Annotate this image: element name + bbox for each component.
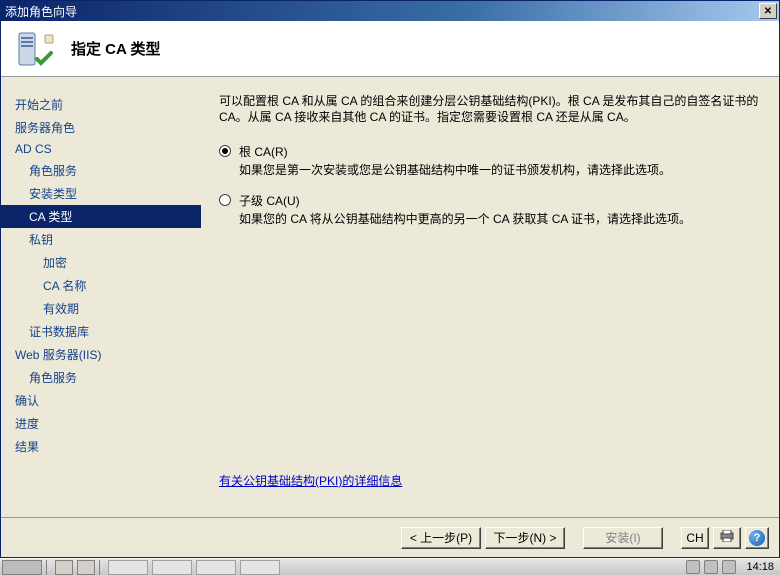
help-button[interactable]: ? xyxy=(745,527,769,549)
page-title: 指定 CA 类型 xyxy=(71,38,160,59)
button-bar: < 上一步(P) 下一步(N) > 安装(I) CH ? xyxy=(1,517,779,557)
quick-launch-item[interactable] xyxy=(77,560,95,575)
install-button: 安装(I) xyxy=(583,527,663,549)
sidebar-item[interactable]: 安装类型 xyxy=(1,182,201,205)
sidebar-item[interactable]: 开始之前 xyxy=(1,93,201,116)
sidebar: 开始之前服务器角色AD CS角色服务安装类型CA 类型私钥加密CA 名称有效期证… xyxy=(1,77,201,517)
sidebar-item[interactable]: 有效期 xyxy=(1,297,201,320)
cancel-button[interactable]: CH xyxy=(681,527,709,549)
sidebar-item[interactable]: Web 服务器(IIS) xyxy=(1,343,201,366)
window-title: 添加角色向导 xyxy=(5,3,757,20)
clock: 14:18 xyxy=(746,561,774,573)
sidebar-item[interactable]: 私钥 xyxy=(1,228,201,251)
close-icon: ✕ xyxy=(764,6,772,17)
server-role-icon xyxy=(15,29,55,69)
print-icon xyxy=(720,530,734,545)
previous-button[interactable]: < 上一步(P) xyxy=(401,527,481,549)
help-icon: ? xyxy=(749,530,765,546)
taskbar-app-button[interactable] xyxy=(196,560,236,575)
option-hint: 如果您的 CA 将从公钥基础结构中更高的另一个 CA 获取其 CA 证书，请选择… xyxy=(239,211,761,227)
option-hint: 如果您是第一次安装或您是公钥基础结构中唯一的证书颁发机构，请选择此选项。 xyxy=(239,162,761,178)
option-row: 根 CA(R) 如果您是第一次安装或您是公钥基础结构中唯一的证书颁发机构，请选择此… xyxy=(219,143,761,178)
wizard-window: 添加角色向导 ✕ 指定 CA 类型 开始之前服务器角色AD CS角色服务安装类型… xyxy=(0,0,780,558)
content-pane: 可以配置根 CA 和从属 CA 的组合来创建分层公钥基础结构(PKI)。根 CA… xyxy=(201,77,779,517)
tray-icon[interactable] xyxy=(722,560,736,574)
taskbar: 14:18 xyxy=(0,558,780,575)
taskbar-app-button[interactable] xyxy=(240,560,280,575)
titlebar: 添加角色向导 ✕ xyxy=(1,1,779,21)
radio-button[interactable] xyxy=(219,145,231,157)
sidebar-item[interactable]: 结果 xyxy=(1,435,201,458)
start-button[interactable] xyxy=(2,560,42,575)
tray-icon[interactable] xyxy=(704,560,718,574)
option-label: 根 CA(R) xyxy=(239,143,761,160)
sidebar-item[interactable]: 服务器角色 xyxy=(1,116,201,139)
learn-more-link[interactable]: 有关公钥基础结构(PKI)的详细信息 xyxy=(219,472,761,489)
option-body: 根 CA(R) 如果您是第一次安装或您是公钥基础结构中唯一的证书颁发机构，请选择此… xyxy=(239,143,761,178)
print-button[interactable] xyxy=(713,527,741,549)
header-strip: 指定 CA 类型 xyxy=(1,21,779,77)
body-area: 开始之前服务器角色AD CS角色服务安装类型CA 类型私钥加密CA 名称有效期证… xyxy=(1,77,779,517)
next-button[interactable]: 下一步(N) > xyxy=(485,527,565,549)
taskbar-app-button[interactable] xyxy=(152,560,192,575)
close-button[interactable]: ✕ xyxy=(759,3,777,19)
option-body: 子级 CA(U) 如果您的 CA 将从公钥基础结构中更高的另一个 CA 获取其 C… xyxy=(239,192,761,227)
sidebar-item[interactable]: CA 类型 xyxy=(1,205,201,228)
radio-button[interactable] xyxy=(219,194,231,206)
taskbar-app-button[interactable] xyxy=(108,560,148,575)
sidebar-item[interactable]: 证书数据库 xyxy=(1,320,201,343)
option-row: 子级 CA(U) 如果您的 CA 将从公钥基础结构中更高的另一个 CA 获取其 C… xyxy=(219,192,761,227)
sidebar-item[interactable]: 进度 xyxy=(1,412,201,435)
sidebar-item[interactable]: 加密 xyxy=(1,251,201,274)
quick-launch-item[interactable] xyxy=(55,560,73,575)
sidebar-item[interactable]: 角色服务 xyxy=(1,366,201,389)
tray-icon[interactable] xyxy=(686,560,700,574)
sidebar-item[interactable]: CA 名称 xyxy=(1,274,201,297)
option-label: 子级 CA(U) xyxy=(239,192,761,209)
sidebar-item[interactable]: 角色服务 xyxy=(1,159,201,182)
system-tray: 14:18 xyxy=(686,560,780,574)
sidebar-item[interactable]: AD CS xyxy=(1,139,201,159)
description-text: 可以配置根 CA 和从属 CA 的组合来创建分层公钥基础结构(PKI)。根 CA… xyxy=(219,93,761,125)
sidebar-item[interactable]: 确认 xyxy=(1,389,201,412)
